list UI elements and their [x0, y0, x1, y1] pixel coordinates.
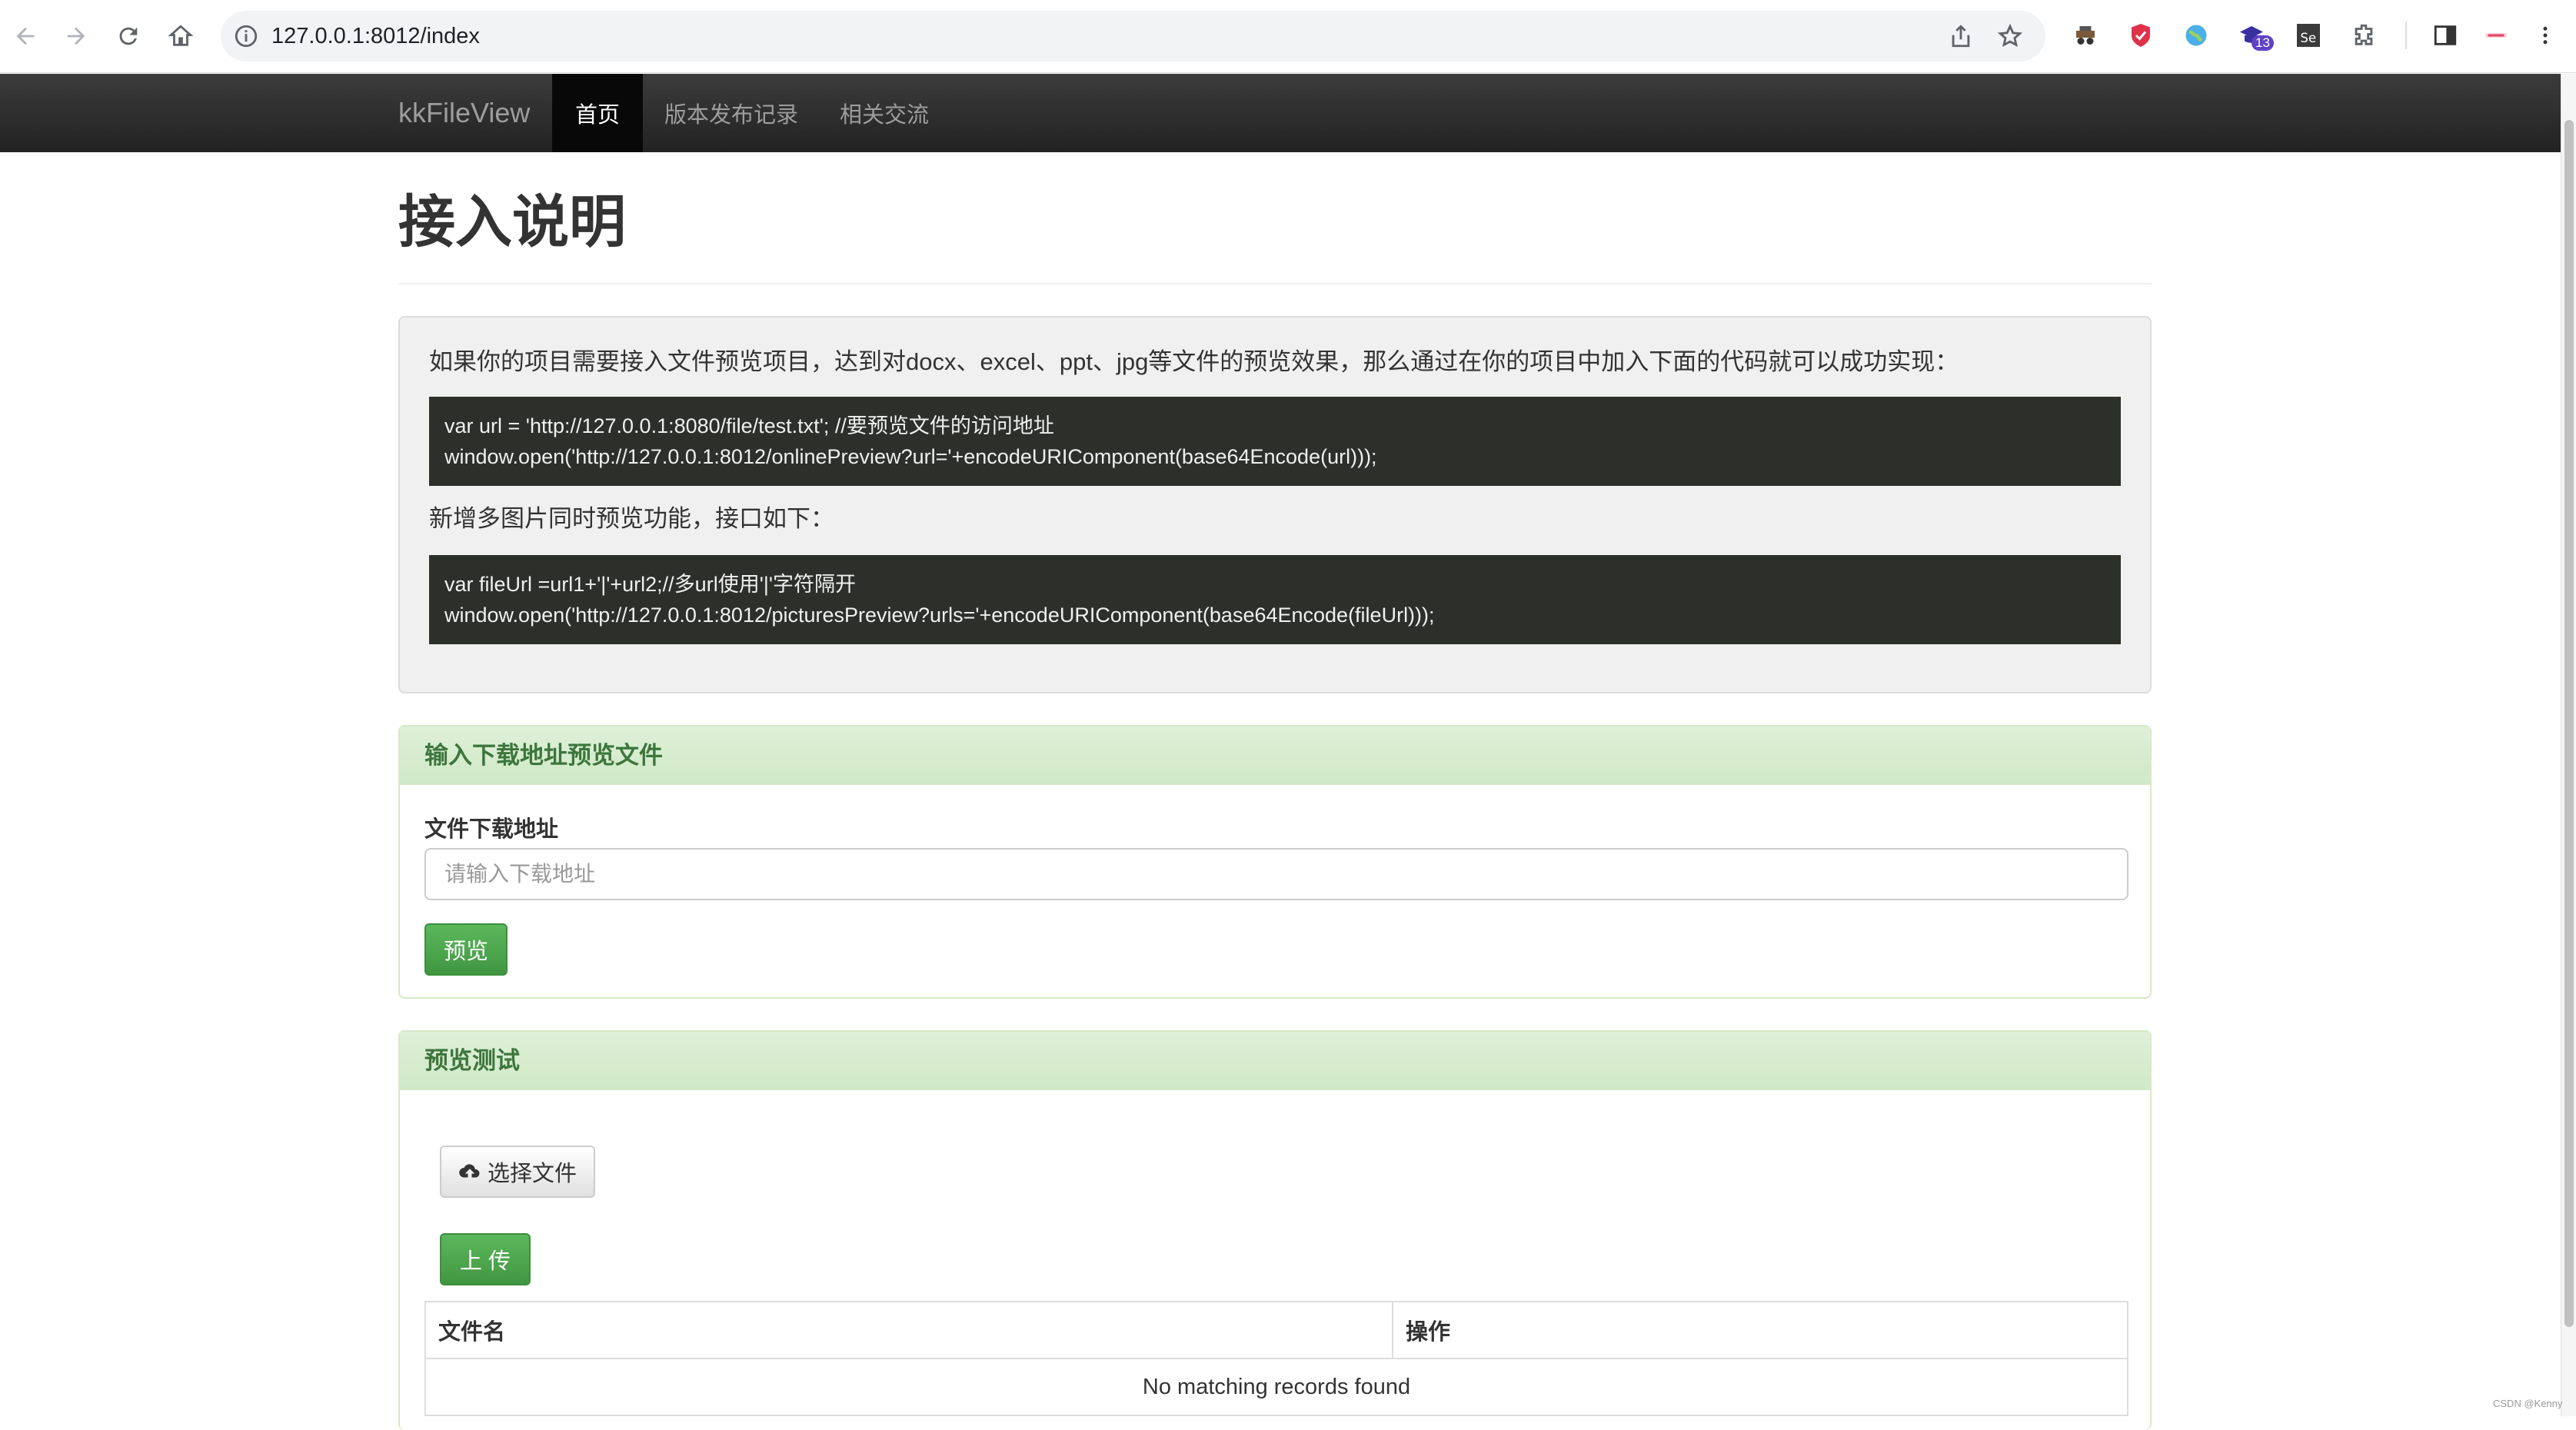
- extension-selenium-icon[interactable]: Se: [2293, 20, 2324, 51]
- watermark-text: CSDN @Kenny: [2493, 1398, 2563, 1409]
- extension-badge: 13: [2252, 35, 2274, 51]
- share-icon[interactable]: [1948, 23, 1974, 49]
- forward-arrow-icon: [67, 27, 85, 45]
- file-table: 文件名 操作 No matching records found: [424, 1301, 2128, 1416]
- reload-button[interactable]: [109, 17, 148, 55]
- home-icon: [168, 25, 194, 46]
- side-panel-icon[interactable]: [2430, 20, 2461, 51]
- table-header-row: 文件名 操作: [424, 1301, 2128, 1359]
- table-row: No matching records found: [424, 1358, 2128, 1416]
- download-url-label: 文件下载地址: [424, 817, 559, 842]
- download-url-input[interactable]: [424, 848, 2128, 900]
- forward-button[interactable]: [57, 17, 95, 55]
- nav-item-community[interactable]: 相关交流: [817, 74, 952, 152]
- extensions-puzzle-icon[interactable]: [2348, 20, 2379, 51]
- intro-text: 如果你的项目需要接入文件预览项目，达到对docx、excel、ppt、jpg等文…: [429, 348, 1959, 375]
- empty-table-message: No matching records found: [424, 1358, 2128, 1416]
- scrollbar-thumb[interactable]: [2564, 120, 2574, 1327]
- nav-item-label: 版本发布记录: [664, 103, 799, 128]
- reload-icon: [119, 27, 138, 45]
- page-scrollbar[interactable]: [2561, 74, 2576, 1416]
- upload-button[interactable]: 上 传: [440, 1233, 531, 1285]
- column-header-filename[interactable]: 文件名: [424, 1301, 1393, 1359]
- code-block-multi: var fileUrl =url1+'|'+url2;//多url使用'|'字符…: [429, 555, 2121, 644]
- download-preview-panel: 输入下载地址预览文件 文件下载地址 预览: [398, 725, 2152, 999]
- toolbar-separator: [2405, 22, 2407, 49]
- choose-file-button[interactable]: 选择文件: [440, 1146, 595, 1198]
- column-header-actions[interactable]: 操作: [1392, 1301, 2128, 1359]
- choose-file-label: 选择文件: [487, 1162, 577, 1186]
- profile-avatar-icon[interactable]: [2481, 20, 2511, 51]
- bookmark-star-icon[interactable]: [1997, 23, 2023, 49]
- browser-menu-icon[interactable]: [2530, 20, 2561, 51]
- panel-heading: 预览测试: [400, 1032, 2150, 1090]
- page-title: 接入说明: [398, 190, 626, 254]
- browser-toolbar: 127.0.0.1:8012/index 13 Se: [0, 0, 2576, 73]
- code-line: window.open('http://127.0.0.1:8012/onlin…: [444, 445, 1377, 468]
- extension-graduation-icon[interactable]: 13: [2236, 20, 2274, 51]
- cloud-upload-icon: [459, 1164, 480, 1178]
- preview-test-panel: 预览测试 选择文件 上 传 文件名 操作 No matching records…: [398, 1030, 2152, 1430]
- back-button[interactable]: [6, 17, 45, 55]
- extension-globe-icon[interactable]: [2181, 20, 2212, 51]
- code-line: window.open('http://127.0.0.1:8012/pictu…: [444, 604, 1435, 627]
- integration-instructions: 如果你的项目需要接入文件预览项目，达到对docx、excel、ppt、jpg等文…: [398, 316, 2152, 693]
- nav-item-label: 首页: [575, 103, 621, 128]
- extension-shield-icon[interactable]: [2125, 20, 2156, 51]
- title-divider: [398, 283, 2152, 284]
- app-navbar: kkFileView 首页 版本发布记录 相关交流: [0, 74, 2561, 152]
- extension-spy-icon[interactable]: [2070, 20, 2101, 51]
- svg-text:Se: Se: [2301, 31, 2317, 45]
- info-icon[interactable]: [233, 23, 259, 49]
- brand-logo-text[interactable]: kkFileView: [398, 97, 530, 129]
- code-block-single: var url = 'http://127.0.0.1:8080/file/te…: [429, 397, 2121, 486]
- nav-item-release-notes[interactable]: 版本发布记录: [641, 74, 821, 152]
- url-text[interactable]: 127.0.0.1:8012/index: [271, 22, 480, 51]
- nav-item-label: 相关交流: [840, 103, 930, 128]
- multi-image-intro: 新增多图片同时预览功能，接口如下：: [429, 505, 834, 532]
- back-arrow-icon: [16, 27, 35, 45]
- address-bar[interactable]: 127.0.0.1:8012/index: [221, 11, 2045, 62]
- nav-item-home[interactable]: 首页: [552, 74, 644, 152]
- home-button[interactable]: [161, 17, 200, 55]
- code-line: var fileUrl =url1+'|'+url2;//多url使用'|'字符…: [444, 573, 857, 596]
- preview-button[interactable]: 预览: [424, 923, 508, 976]
- panel-heading: 输入下载地址预览文件: [400, 727, 2150, 785]
- code-line: var url = 'http://127.0.0.1:8080/file/te…: [444, 414, 1054, 437]
